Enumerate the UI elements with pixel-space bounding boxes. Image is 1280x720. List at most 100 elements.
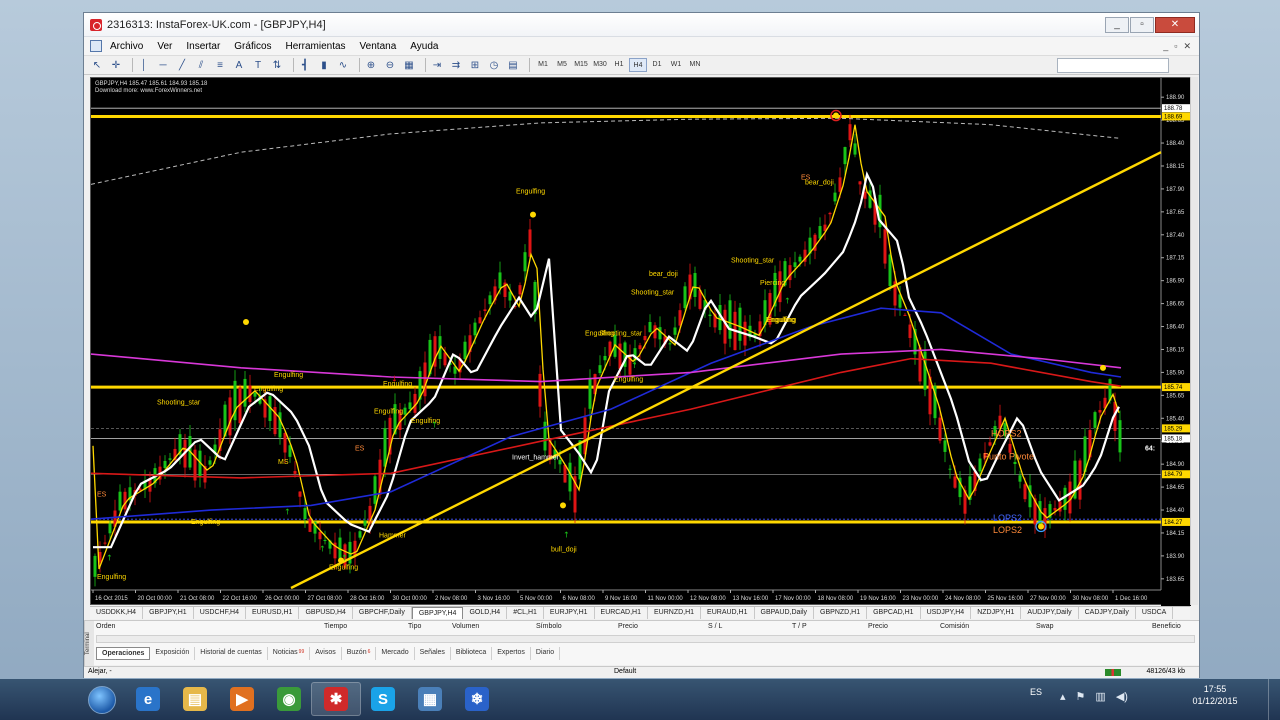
terminal-column-header[interactable]: Tipo: [408, 623, 421, 630]
terminal-column-header[interactable]: Swap: [1036, 623, 1054, 630]
chart-tab[interactable]: USDJPY,H4: [921, 607, 972, 619]
chart-tab[interactable]: #CL,H1: [507, 607, 544, 619]
chart-shift-icon[interactable]: ⇥: [430, 58, 444, 72]
menu-ver[interactable]: Ver: [157, 41, 172, 52]
clock[interactable]: 17:55 01/12/2015: [1190, 683, 1240, 707]
line-chart-icon[interactable]: ∿: [336, 58, 350, 72]
timeframe-mn[interactable]: MN: [686, 58, 704, 72]
terminal-tab[interactable]: Avisos: [310, 647, 342, 660]
candlestick-icon[interactable]: ▮: [317, 58, 331, 72]
periods-icon[interactable]: ◷: [487, 58, 501, 72]
mdi-minimize-icon[interactable]: _: [1163, 41, 1168, 52]
chart-tab[interactable]: GBPAUD,Daily: [755, 607, 815, 619]
fibonacci-icon[interactable]: ≡: [213, 58, 227, 72]
terminal-tab[interactable]: Operaciones: [96, 647, 151, 660]
terminal-column-header[interactable]: Símbolo: [536, 623, 562, 630]
show-desktop-button[interactable]: [1268, 679, 1280, 720]
chart-tab[interactable]: EURAUD,H1: [701, 607, 755, 619]
terminal-column-header[interactable]: Orden: [96, 623, 115, 630]
tray-arrow-icon[interactable]: ▴: [1060, 690, 1066, 703]
bar-chart-icon[interactable]: ┫: [298, 58, 312, 72]
menu-herramientas[interactable]: Herramientas: [286, 41, 346, 52]
zoom-in-icon[interactable]: ⊕: [364, 58, 378, 72]
chart-tab[interactable]: USDCA: [1136, 607, 1174, 619]
channel-icon[interactable]: ⫽: [194, 58, 208, 72]
terminal-tab[interactable]: Diario: [531, 647, 561, 660]
chart-tab[interactable]: EURNZD,H1: [648, 607, 702, 619]
text-tool-icon[interactable]: A: [232, 58, 246, 72]
menu-insertar[interactable]: Insertar: [186, 41, 220, 52]
terminal-column-header[interactable]: Volumen: [452, 623, 479, 630]
timeframe-w1[interactable]: W1: [667, 58, 685, 72]
vertical-line-icon[interactable]: │: [137, 58, 151, 72]
menu-archivo[interactable]: Archivo: [110, 41, 143, 52]
menu-ventana[interactable]: Ventana: [360, 41, 397, 52]
cursor-icon[interactable]: ↖: [90, 58, 104, 72]
chart-tab[interactable]: GBPCHF,Daily: [353, 607, 412, 619]
timeframe-h4[interactable]: H4: [629, 58, 647, 72]
maximize-button[interactable]: ▫: [1130, 16, 1154, 33]
menu-graficos[interactable]: Gráficos: [234, 41, 271, 52]
chart-tab[interactable]: EURCAD,H1: [595, 607, 648, 619]
taskbar-app-button[interactable]: e: [123, 682, 173, 716]
chart-tab[interactable]: GBPUSD,H4: [299, 607, 353, 619]
price-chart[interactable]: 188.90188.65188.40188.15187.90187.65187.…: [91, 78, 1191, 606]
terminal-column-header[interactable]: S / L: [708, 623, 722, 630]
search-input[interactable]: [1057, 58, 1169, 73]
autoscroll-icon[interactable]: ⇉: [449, 58, 463, 72]
chart-tab[interactable]: GBPCAD,H1: [867, 607, 921, 619]
indicators-icon[interactable]: ⊞: [468, 58, 482, 72]
terminal-tab[interactable]: Señales: [415, 647, 451, 660]
label-tool-icon[interactable]: T: [251, 58, 265, 72]
templates-icon[interactable]: ▤: [506, 58, 520, 72]
start-button[interactable]: [88, 686, 116, 714]
terminal-side-label[interactable]: Terminal: [84, 621, 94, 666]
trendline-icon[interactable]: ╱: [175, 58, 189, 72]
timeframe-m30[interactable]: M30: [591, 58, 609, 72]
chart-tab[interactable]: AUDJPY,Daily: [1021, 607, 1079, 619]
terminal-column-header[interactable]: Comisión: [940, 623, 969, 630]
taskbar-app-button[interactable]: ▦: [405, 682, 455, 716]
terminal-tab[interactable]: Biblioteca: [451, 647, 493, 660]
timeframe-m5[interactable]: M5: [553, 58, 571, 72]
horizontal-line-icon[interactable]: ─: [156, 58, 170, 72]
terminal-tab[interactable]: Historial de cuentas: [195, 647, 268, 660]
mdi-close-icon[interactable]: ✕: [1183, 41, 1191, 52]
terminal-tab[interactable]: Expertos: [492, 647, 531, 660]
chart-tab[interactable]: GBPJPY,H1: [143, 607, 194, 619]
arrows-tool-icon[interactable]: ⇅: [270, 58, 284, 72]
chart-tab[interactable]: USDDKK,H4: [90, 607, 144, 619]
taskbar-app-button[interactable]: S: [358, 682, 408, 716]
timeframe-d1[interactable]: D1: [648, 58, 666, 72]
chart-tab[interactable]: GBPNZD,H1: [814, 607, 868, 619]
taskbar-app-button[interactable]: ◉: [264, 682, 314, 716]
taskbar-app-button[interactable]: ✱: [311, 682, 361, 716]
chart-tab[interactable]: GOLD,H4: [463, 607, 508, 619]
chart-window-icon[interactable]: [90, 40, 102, 52]
chart-tab[interactable]: GBPJPY,H4: [411, 607, 464, 619]
chart-area[interactable]: 188.90 188.65 188.40 188.15 187.90 187.65 187.…: [90, 77, 1191, 606]
chart-tab[interactable]: NZDJPY,H1: [971, 607, 1022, 619]
chart-tab[interactable]: CADJPY,Daily: [1079, 607, 1136, 619]
terminal-column-header[interactable]: Precio: [618, 623, 638, 630]
terminal-scrollbar[interactable]: [96, 635, 1195, 643]
tray-flag-icon[interactable]: ⚑: [1076, 690, 1086, 703]
timeframe-m15[interactable]: M15: [572, 58, 590, 72]
timeframe-m1[interactable]: M1: [534, 58, 552, 72]
crosshair-icon[interactable]: ✛: [109, 58, 123, 72]
chart-tab[interactable]: EURUSD,H1: [246, 607, 300, 619]
mdi-restore-icon[interactable]: ▫: [1174, 41, 1177, 52]
terminal-column-header[interactable]: Tiempo: [324, 623, 347, 630]
chart-tab[interactable]: USDCHF,H4: [194, 607, 246, 619]
menu-ayuda[interactable]: Ayuda: [410, 41, 438, 52]
taskbar-app-button[interactable]: ❄: [452, 682, 502, 716]
tile-windows-icon[interactable]: ▦: [402, 58, 416, 72]
zoom-out-icon[interactable]: ⊖: [383, 58, 397, 72]
timeframe-h1[interactable]: H1: [610, 58, 628, 72]
chart-tab[interactable]: EURJPY,H1: [544, 607, 595, 619]
language-indicator[interactable]: ES: [1030, 687, 1042, 697]
tray-volume-icon[interactable]: ◀): [1116, 690, 1128, 703]
terminal-tab[interactable]: Exposición: [150, 647, 196, 660]
minimize-button[interactable]: _: [1105, 16, 1129, 33]
terminal-tab[interactable]: Buzón6: [342, 647, 377, 660]
